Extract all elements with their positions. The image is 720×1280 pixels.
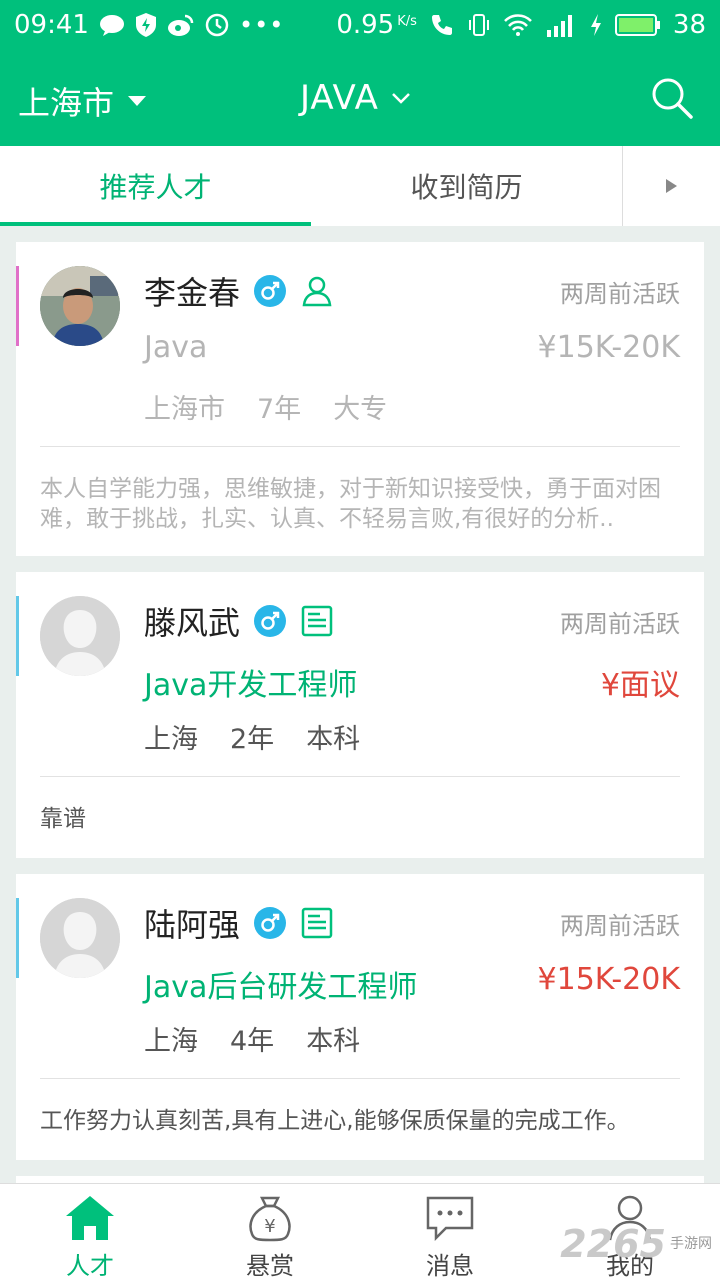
search-icon[interactable]: [650, 76, 694, 120]
triangle-right-icon: [666, 179, 677, 193]
shield-icon: [135, 13, 156, 37]
city-label: 上海市: [18, 84, 115, 122]
vibrate-icon: [468, 14, 489, 36]
nav-bounty[interactable]: ¥ 悬赏: [180, 1184, 360, 1280]
status-time: 09:41: [14, 10, 89, 40]
city: 上海市: [144, 394, 225, 425]
experience: 4年: [230, 1026, 275, 1057]
city: 上海: [144, 724, 198, 755]
chat-icon: [99, 15, 124, 36]
clock-icon: [205, 13, 229, 37]
candidate-description: 工作努力认真刻苦,具有上进心,能够保质保量的完成工作。: [40, 1108, 630, 1134]
candidate-card[interactable]: 滕风武 两周前活跃 Java开发工程师 ¥面议 上海 2年 本科 靠谱: [16, 572, 704, 858]
speed-unit: K/s: [397, 14, 417, 29]
candidate-description: 靠谱: [40, 806, 86, 832]
resume-card-icon: [301, 605, 333, 637]
job-position: Java开发工程师: [144, 668, 358, 703]
caret-down-icon: [128, 96, 147, 106]
candidate-name: 陆阿强: [144, 906, 241, 944]
salary: ¥15K-20K: [537, 962, 680, 997]
tab-more-button[interactable]: [622, 146, 720, 226]
nav-messages[interactable]: 消息: [360, 1184, 540, 1280]
city-selector[interactable]: 上海市: [18, 78, 147, 124]
tab-label: 推荐人才: [99, 171, 212, 204]
avatar-photo: [40, 266, 120, 346]
default-avatar-icon: [40, 596, 120, 676]
weibo-icon: [167, 14, 194, 36]
salary: ¥15K-20K: [537, 330, 680, 365]
name-row: 陆阿强: [144, 900, 334, 946]
charging-icon: [590, 14, 601, 36]
nav-label: 悬赏: [246, 1252, 294, 1280]
chat-bubble-icon: [422, 1192, 478, 1244]
house-icon: [62, 1192, 118, 1244]
tab-indicator: [0, 222, 311, 226]
avatar: [40, 898, 120, 978]
candidate-list: 李金春 两周前活跃 Java ¥15K-20K 上海市 7年 大专 本人自学能力…: [16, 242, 704, 1232]
divider: [40, 446, 680, 447]
salary: ¥面议: [600, 668, 680, 703]
candidate-card[interactable]: 陆阿强 两周前活跃 Java后台研发工程师 ¥15K-20K 上海 4年 本科 …: [16, 874, 704, 1160]
nav-label: 人才: [66, 1252, 114, 1280]
candidate-meta: 上海 4年 本科: [144, 1019, 360, 1058]
job-position: Java: [144, 330, 208, 365]
male-icon: [254, 907, 287, 939]
nav-label: 消息: [426, 1252, 474, 1280]
avatar: [40, 596, 120, 676]
job-position: Java后台研发工程师: [144, 970, 418, 1005]
battery-level: 38: [672, 10, 706, 40]
experience: 7年: [257, 394, 302, 425]
keyword-selector[interactable]: JAVA: [300, 78, 411, 118]
status-bar: 09:41 ••• 0.95 K/s 38: [0, 0, 720, 50]
education: 大专: [333, 394, 388, 425]
tab-received-resumes[interactable]: 收到简历: [311, 146, 622, 226]
network-speed: 0.95 K/s: [336, 10, 417, 40]
divider: [40, 1078, 680, 1079]
city: 上海: [144, 1026, 198, 1057]
more-icon: •••: [238, 11, 285, 39]
education: 本科: [306, 1026, 361, 1057]
candidate-name: 滕风武: [144, 604, 241, 642]
watermark-number: 2265: [560, 1222, 666, 1266]
divider: [40, 776, 680, 777]
candidate-card[interactable]: 李金春 两周前活跃 Java ¥15K-20K 上海市 7年 大专 本人自学能力…: [16, 242, 704, 556]
signal-icon: [546, 15, 572, 37]
candidate-name: 李金春: [144, 274, 241, 312]
male-icon: [254, 275, 287, 307]
tab-bar: 推荐人才 收到简历: [0, 146, 720, 226]
name-row: 李金春: [144, 268, 334, 314]
active-time: 两周前活跃: [560, 280, 680, 308]
battery-icon: [614, 14, 660, 36]
education: 本科: [306, 724, 361, 755]
active-time: 两周前活跃: [560, 912, 680, 940]
candidate-meta: 上海市 7年 大专: [144, 387, 387, 426]
chevron-down-icon: [391, 93, 410, 104]
name-row: 滕风武: [144, 598, 334, 644]
speed-value: 0.95: [336, 10, 395, 40]
svg-text:¥: ¥: [264, 1216, 275, 1237]
default-avatar-icon: [40, 898, 120, 978]
wifi-icon: [504, 14, 532, 36]
experience: 2年: [230, 724, 275, 755]
card-accent-bar: [16, 596, 19, 676]
candidate-meta: 上海 2年 本科: [144, 717, 360, 756]
watermark: 2265 手游网: [560, 1222, 712, 1266]
candidate-description: 本人自学能力强，思维敏捷，对于新知识接受快，勇于面对困难，敢于挑战，扎实、认真、…: [40, 476, 661, 532]
person-outline-icon: [302, 276, 332, 307]
male-icon: [254, 605, 287, 637]
card-accent-bar: [16, 266, 19, 346]
nav-talent[interactable]: 人才: [0, 1184, 180, 1280]
call-icon: [431, 15, 452, 35]
active-time: 两周前活跃: [560, 610, 680, 638]
tab-label: 收到简历: [410, 171, 523, 204]
keyword-label: JAVA: [300, 78, 379, 118]
money-bag-icon: ¥: [242, 1192, 298, 1244]
avatar: [40, 266, 120, 346]
watermark-site: 手游网: [670, 1236, 712, 1252]
resume-card-icon: [301, 907, 333, 939]
card-accent-bar: [16, 898, 19, 978]
top-bar: 上海市 JAVA: [0, 50, 720, 146]
tab-recommended[interactable]: 推荐人才: [0, 146, 311, 226]
